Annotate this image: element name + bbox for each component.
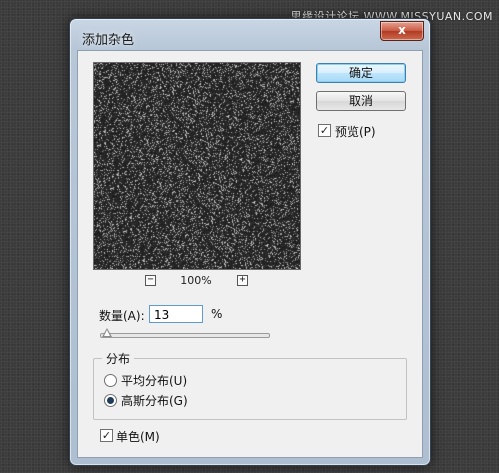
dialog-title: 添加杂色 xyxy=(82,33,135,48)
noise-preview[interactable] xyxy=(93,62,301,270)
amount-label: 数量(A): xyxy=(99,309,145,323)
close-button[interactable]: x xyxy=(380,21,424,41)
uniform-radio-label: 平均分布(U) xyxy=(121,374,188,388)
amount-input[interactable]: 13 xyxy=(149,305,203,323)
plus-icon: + xyxy=(239,274,246,285)
ok-button[interactable]: 确定 xyxy=(316,63,406,83)
distribution-title: 分布 xyxy=(102,350,135,367)
zoom-controls: − 100% + xyxy=(93,274,299,288)
checkmark-icon: ✓ xyxy=(101,429,112,442)
amount-slider-thumb[interactable] xyxy=(101,328,112,337)
zoom-in-button[interactable]: + xyxy=(237,275,248,286)
zoom-level: 100% xyxy=(180,274,212,287)
amount-slider[interactable] xyxy=(100,328,270,338)
cancel-button[interactable]: 取消 xyxy=(316,91,406,111)
preview-checkbox-label: 预览(P) xyxy=(335,125,376,139)
monochromatic-checkbox-label: 单色(M) xyxy=(116,430,160,444)
amount-unit: % xyxy=(211,307,223,321)
gaussian-radio-label: 高斯分布(G) xyxy=(121,394,188,408)
preview-checkbox[interactable]: ✓ xyxy=(318,124,331,137)
close-icon: x xyxy=(398,23,406,37)
add-noise-dialog: 添加杂色 x − 100% + 确定 取消 ✓ 预览(P) 数量(A): 13 … xyxy=(69,18,431,466)
gaussian-radio[interactable] xyxy=(104,394,117,407)
monochromatic-checkbox[interactable]: ✓ xyxy=(100,429,113,442)
checkmark-icon: ✓ xyxy=(319,124,330,137)
uniform-radio[interactable] xyxy=(104,374,117,387)
distribution-group: 分布 平均分布(U) 高斯分布(G) xyxy=(93,350,407,420)
dialog-body: − 100% + 确定 取消 ✓ 预览(P) 数量(A): 13 % 分布 平均… xyxy=(77,50,423,458)
